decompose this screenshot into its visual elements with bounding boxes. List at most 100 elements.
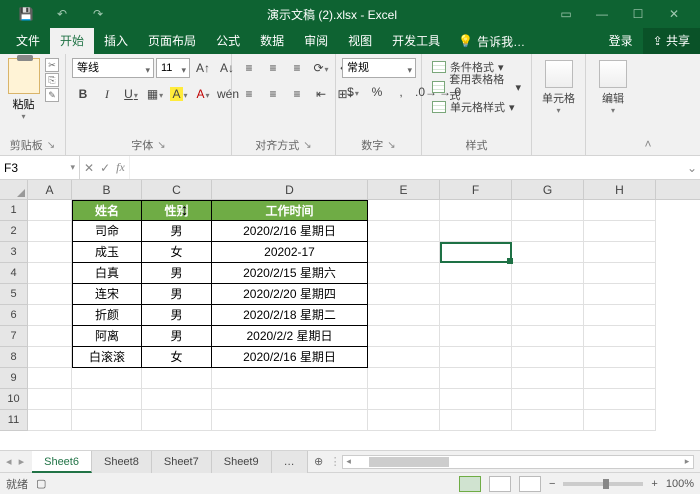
cell[interactable]	[72, 389, 142, 410]
cell[interactable]	[584, 389, 656, 410]
cell-styles-button[interactable]: 单元格样式 ▾	[428, 98, 519, 116]
tab-data[interactable]: 数据	[250, 28, 294, 54]
ribbon-options-icon[interactable]: ▭	[548, 7, 584, 21]
tab-formula[interactable]: 公式	[206, 28, 250, 54]
cell[interactable]	[440, 347, 512, 368]
cell[interactable]	[584, 221, 656, 242]
cell[interactable]	[440, 410, 512, 431]
cell[interactable]: 2020/2/15 星期六	[212, 263, 368, 284]
cell[interactable]	[368, 284, 440, 305]
cell[interactable]	[368, 368, 440, 389]
cell[interactable]: 成玉	[72, 242, 142, 263]
zoom-out-icon[interactable]: −	[549, 478, 555, 490]
cell[interactable]: 男	[142, 305, 212, 326]
align-middle-icon[interactable]: ≡	[262, 58, 284, 78]
increase-font-icon[interactable]: A↑	[192, 58, 214, 78]
zoom-slider[interactable]	[563, 482, 643, 486]
cell[interactable]: 2020/2/16 星期日	[212, 347, 368, 368]
cell[interactable]	[512, 305, 584, 326]
cell[interactable]	[440, 221, 512, 242]
cell[interactable]	[368, 221, 440, 242]
cell[interactable]: 2020/2/16 星期日	[212, 221, 368, 242]
cell[interactable]: 白真	[72, 263, 142, 284]
row-header[interactable]: 4	[0, 263, 28, 284]
view-normal-icon[interactable]	[459, 476, 481, 492]
cell[interactable]: 男	[142, 263, 212, 284]
dialog-launcher-icon[interactable]: ↘	[303, 140, 311, 151]
row-header[interactable]: 1	[0, 200, 28, 221]
redo-icon[interactable]: ↷	[80, 7, 116, 21]
column-header[interactable]: A	[28, 180, 72, 199]
row-header[interactable]: 8	[0, 347, 28, 368]
maximize-icon[interactable]: ☐	[620, 7, 656, 21]
cell[interactable]	[584, 410, 656, 431]
sheet-tab[interactable]: Sheet7	[152, 451, 212, 473]
fx-icon[interactable]: fx	[116, 160, 125, 175]
sheet-tab-more[interactable]: …	[272, 451, 308, 473]
cell[interactable]	[212, 368, 368, 389]
decrease-indent-icon[interactable]: ⇤	[310, 84, 332, 104]
row-header[interactable]: 6	[0, 305, 28, 326]
cell[interactable]	[440, 242, 512, 263]
cell[interactable]: 工作时间	[212, 200, 368, 221]
row-header[interactable]: 10	[0, 389, 28, 410]
font-size-select[interactable]: 11	[156, 58, 190, 78]
cell[interactable]	[28, 284, 72, 305]
cell[interactable]	[28, 200, 72, 221]
cell[interactable]	[584, 326, 656, 347]
editing-button[interactable]: 编辑▾	[592, 58, 634, 115]
cell[interactable]	[512, 200, 584, 221]
sheet-tab-active[interactable]: Sheet6	[32, 451, 92, 473]
name-box[interactable]: F3▾	[0, 156, 80, 179]
column-header[interactable]: D	[212, 180, 368, 199]
tab-home[interactable]: 开始	[50, 28, 94, 54]
cell[interactable]	[28, 221, 72, 242]
cell[interactable]	[142, 410, 212, 431]
confirm-edit-icon[interactable]: ✓	[100, 161, 110, 175]
column-header[interactable]: H	[584, 180, 656, 199]
align-top-icon[interactable]: ≡	[238, 58, 260, 78]
cell[interactable]: 司命	[72, 221, 142, 242]
row-header[interactable]: 3	[0, 242, 28, 263]
add-sheet-icon[interactable]: ⊕	[308, 455, 330, 468]
tab-file[interactable]: 文件	[6, 28, 50, 54]
login-button[interactable]: 登录	[599, 28, 643, 54]
cell[interactable]: 2020/2/2 星期日	[212, 326, 368, 347]
row-header[interactable]: 5	[0, 284, 28, 305]
view-layout-icon[interactable]	[489, 476, 511, 492]
cell[interactable]	[512, 263, 584, 284]
expand-formula-icon[interactable]: ⌄	[684, 156, 700, 179]
cell[interactable]: 男	[142, 284, 212, 305]
view-pagebreak-icon[interactable]	[519, 476, 541, 492]
minimize-icon[interactable]: —	[584, 7, 620, 21]
cell[interactable]: 女	[142, 347, 212, 368]
cell[interactable]	[28, 242, 72, 263]
cell[interactable]: 阿离	[72, 326, 142, 347]
align-center-icon[interactable]: ≡	[262, 84, 284, 104]
sheet-nav-icons[interactable]: ◂ ▸	[0, 455, 32, 468]
dialog-launcher-icon[interactable]: ↘	[157, 140, 165, 151]
cell[interactable]	[28, 326, 72, 347]
collapse-ribbon-icon[interactable]: ˄	[640, 54, 656, 155]
tab-developer[interactable]: 开发工具	[382, 28, 450, 54]
cells-button[interactable]: 单元格▾	[538, 58, 579, 115]
cell[interactable]	[368, 242, 440, 263]
cell[interactable]: 2020/2/20 星期四	[212, 284, 368, 305]
cell[interactable]	[440, 368, 512, 389]
cell[interactable]	[368, 326, 440, 347]
tab-insert[interactable]: 插入	[94, 28, 138, 54]
column-header[interactable]: E	[368, 180, 440, 199]
cell[interactable]	[440, 305, 512, 326]
cell[interactable]	[512, 389, 584, 410]
cell[interactable]	[368, 305, 440, 326]
formula-input[interactable]	[130, 156, 684, 179]
cell[interactable]	[584, 347, 656, 368]
cell[interactable]	[368, 200, 440, 221]
row-header[interactable]: 7	[0, 326, 28, 347]
column-header[interactable]: C	[142, 180, 212, 199]
tab-layout[interactable]: 页面布局	[138, 28, 206, 54]
cell[interactable]	[212, 410, 368, 431]
cell[interactable]	[512, 284, 584, 305]
align-right-icon[interactable]: ≡	[286, 84, 308, 104]
italic-button[interactable]: I	[96, 84, 118, 104]
